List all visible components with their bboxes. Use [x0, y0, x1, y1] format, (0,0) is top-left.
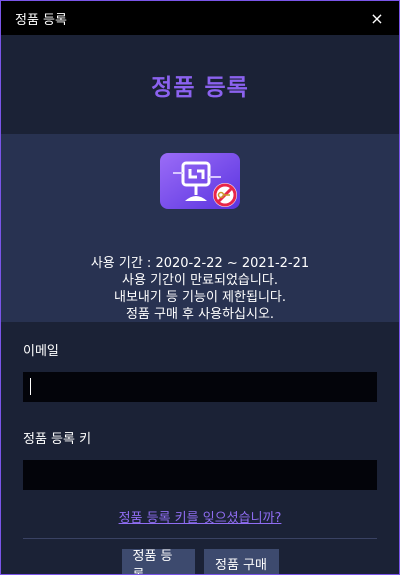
license-info-text: 사용 기간 : 2020-2-22 ~ 2021-2-21 사용 기간이 만료되… [91, 255, 309, 323]
email-field[interactable] [23, 372, 377, 402]
license-key-field[interactable] [23, 460, 377, 490]
license-key-label: 정품 등록 키 [23, 432, 92, 447]
feature-limited-message: 내보내기 등 기능이 제한됩니다. [113, 290, 286, 305]
page-heading-area: 정품 등록 [1, 35, 399, 134]
forgot-key-link[interactable]: 정품 등록 키를 잊으셨습니까? [119, 511, 282, 526]
forgot-key-row: 정품 등록 키를 잊으셨습니까? [23, 507, 377, 526]
register-button[interactable]: 정품 등록 [121, 549, 195, 574]
email-label: 이메일 [23, 344, 59, 359]
purchase-advice-message: 정품 구매 후 사용하십시오. [125, 307, 275, 322]
purchase-button[interactable]: 정품 구매 [203, 549, 279, 574]
window-title: 정품 등록 [15, 12, 67, 28]
license-period: 사용 기간 : 2020-2-22 ~ 2021-2-21 [90, 256, 310, 271]
license-info-panel: 사용 기간 : 2020-2-22 ~ 2021-2-21 사용 기간이 만료되… [1, 134, 399, 322]
registration-window: 정품 등록 × 정품 등록 사용 기간: 2020-2-22 ~ 2021-2… [0, 0, 400, 575]
license-expired-message: 사용 기간이 만료되었습니다. [122, 273, 278, 288]
button-row: 정품 등록 정품 구매 [23, 549, 377, 574]
registration-form: 이메일 정품 등록 키 정품 등록 키를 잊으셨습니까? 정품 등록 정품 구매 [1, 340, 399, 574]
app-logo-icon [160, 153, 240, 209]
app-icon [159, 153, 241, 209]
page-title: 정품 등록 [151, 74, 249, 101]
close-icon[interactable]: × [367, 9, 387, 28]
title-bar[interactable]: 정품 등록 × [1, 1, 399, 35]
text-caret [30, 378, 31, 395]
divider [23, 538, 377, 539]
